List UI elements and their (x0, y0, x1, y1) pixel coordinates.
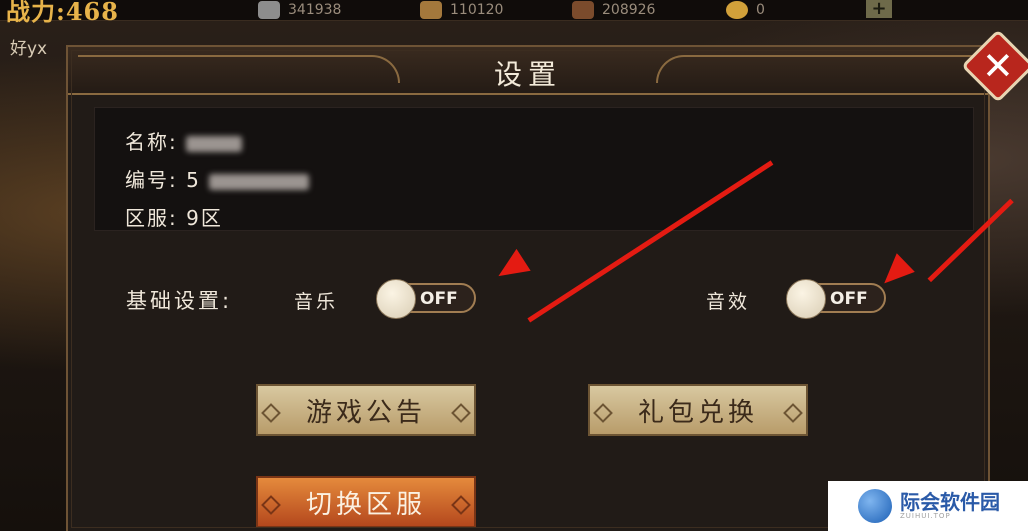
gold-icon (726, 1, 748, 19)
site-watermark: 际会软件园 ZUIHUI.TOP (828, 481, 1028, 531)
info-id-row: 编号: 5 (125, 164, 310, 193)
music-label: 音乐 (294, 291, 339, 313)
button-ornament-left (593, 403, 613, 423)
button-ornament-right (783, 403, 803, 423)
button-ornament-left (261, 495, 281, 515)
server-value: 9区 (186, 206, 223, 230)
close-icon: ✕ (982, 44, 1014, 88)
gold-resource: 0 (726, 0, 765, 20)
settings-dialog: 设置 名称: 编号: 5 区服: 9区 基础设置: 音乐 OFF 音效 OFF … (66, 45, 990, 531)
button-ornament-left (261, 403, 281, 423)
id-label: 编号: (125, 168, 178, 192)
announcement-label: 游戏公告 (305, 397, 426, 428)
info-server-row: 区服: 9区 (125, 202, 223, 231)
switch-server-button[interactable]: 切换区服 (256, 476, 476, 528)
globe-icon (858, 489, 892, 523)
food-resource: 110120 (420, 0, 503, 20)
watermark-text: 际会软件园 (900, 490, 1000, 514)
dialog-title: 设置 (493, 58, 562, 91)
resource-bar: 战力:468 341938 110120 208926 0 + (0, 0, 1028, 26)
sfx-toggle-state: OFF (830, 289, 868, 309)
sfx-toggle[interactable]: OFF (786, 279, 886, 319)
name-label: 名称: (125, 130, 178, 154)
button-ornament-right (451, 403, 471, 423)
player-name-tag: 好yx (10, 39, 48, 59)
id-prefix: 5 (186, 168, 201, 192)
food-value: 110120 (450, 2, 504, 18)
silver-resource: 341938 (258, 0, 341, 20)
silver-value: 341938 (288, 2, 342, 18)
name-value-blurred (186, 135, 243, 152)
gift-redeem-button[interactable]: 礼包兑换 (588, 384, 808, 436)
id-value-blurred (209, 173, 310, 190)
game-announcement-button[interactable]: 游戏公告 (256, 384, 476, 436)
music-toggle-knob (376, 279, 416, 319)
soldiers-resource: 208926 (572, 0, 655, 20)
sfx-label: 音效 (706, 291, 751, 313)
add-gold-button[interactable]: + (866, 0, 892, 18)
music-toggle[interactable]: OFF (376, 279, 476, 319)
food-icon (420, 1, 442, 19)
switch-server-label: 切换区服 (305, 489, 426, 520)
server-label: 区服: (125, 206, 178, 230)
soldier-icon (572, 1, 594, 19)
dialog-title-bar: 设置 (68, 47, 988, 95)
gift-redeem-label: 礼包兑换 (637, 397, 758, 428)
soldiers-value: 208926 (602, 2, 656, 18)
button-ornament-right (451, 495, 471, 515)
music-toggle-state: OFF (420, 289, 458, 309)
combat-power: 战力:468 (6, 0, 119, 26)
basic-settings-label: 基础设置: (126, 289, 233, 313)
info-name-row: 名称: (125, 126, 243, 155)
silver-icon (258, 1, 280, 19)
player-info-panel: 名称: 编号: 5 区服: 9区 (94, 107, 974, 231)
sfx-toggle-knob (786, 279, 826, 319)
gold-value: 0 (756, 2, 765, 18)
